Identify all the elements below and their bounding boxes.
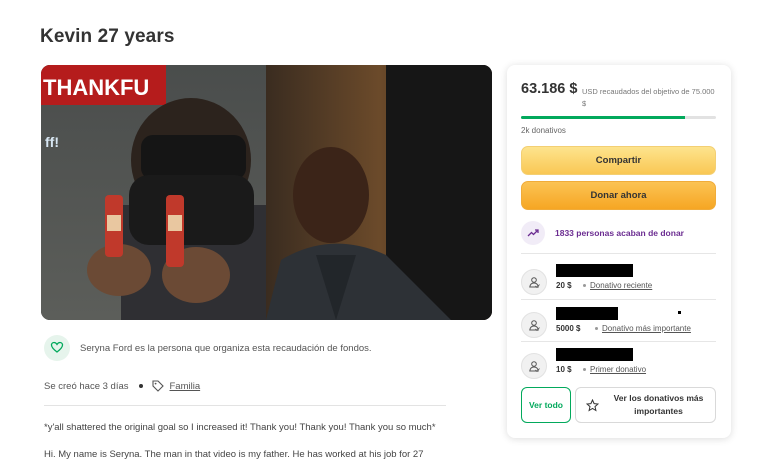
donor-amount: 10 $ bbox=[556, 365, 572, 374]
hero-side-text: ff! bbox=[45, 134, 59, 150]
star-icon bbox=[586, 398, 599, 412]
donor-amount: 5000 $ bbox=[556, 324, 581, 333]
hero-sign-text: THANKFU bbox=[43, 75, 149, 100]
campaign-story: *y'all shattered the original goal so I … bbox=[44, 420, 444, 474]
divider bbox=[521, 299, 716, 300]
see-top-donations-label: Ver los donativos más importantes bbox=[613, 393, 704, 416]
donor-item: 20 $ Donativo reciente bbox=[521, 264, 716, 304]
campaign-title: Kevin 27 years bbox=[40, 26, 175, 47]
redacted-donor-name bbox=[556, 307, 618, 320]
donor-label-link[interactable]: Primer donativo bbox=[590, 365, 646, 374]
trending-up-icon bbox=[521, 221, 545, 245]
meta-separator bbox=[138, 384, 143, 388]
progress-bar bbox=[521, 116, 716, 119]
redacted-donor-name bbox=[556, 264, 633, 277]
recent-donations-text: 1833 personas acaban de donar bbox=[555, 228, 684, 238]
donate-now-button[interactable]: Donar ahora bbox=[521, 181, 716, 210]
category-link[interactable]: Familia bbox=[170, 381, 201, 392]
redaction-mark bbox=[678, 311, 681, 314]
campaign-hero-image[interactable]: THANKFU ff! bbox=[41, 65, 492, 320]
see-top-donations-button[interactable]: Ver los donativos más importantes bbox=[575, 387, 716, 423]
separator-dot bbox=[583, 284, 586, 287]
donor-avatar-icon bbox=[521, 269, 547, 295]
see-all-button[interactable]: Ver todo bbox=[521, 387, 571, 423]
donor-avatar-icon bbox=[521, 312, 547, 338]
raised-amount: 63.186 $ bbox=[521, 81, 578, 97]
story-paragraph: Hi. My name is Seryna. The man in that v… bbox=[44, 449, 424, 460]
story-paragraph: *y'all shattered the original goal so I … bbox=[44, 422, 436, 433]
divider bbox=[521, 341, 716, 342]
separator-dot bbox=[595, 327, 598, 330]
progress-fill bbox=[521, 116, 686, 119]
created-date: Se creó hace 3 días bbox=[44, 380, 129, 392]
donation-count: 2k donativos bbox=[521, 126, 566, 135]
donor-avatar-icon bbox=[521, 353, 547, 379]
organizer-text: Seryna Ford es la persona que organiza e… bbox=[80, 342, 372, 354]
redacted-donor-name bbox=[556, 348, 633, 361]
donor-label-link[interactable]: Donativo reciente bbox=[590, 281, 652, 290]
tag-icon bbox=[151, 380, 164, 392]
donation-card: 63.186 $ USD recaudados del objetivo de … bbox=[507, 65, 731, 438]
divider bbox=[44, 405, 446, 406]
recent-donations-row: 1833 personas acaban de donar bbox=[521, 218, 716, 248]
campaign-meta: Se creó hace 3 días Familia bbox=[44, 380, 200, 392]
organizer-row: Seryna Ford es la persona que organiza e… bbox=[44, 333, 444, 363]
donor-amount: 20 $ bbox=[556, 281, 572, 290]
share-button[interactable]: Compartir bbox=[521, 146, 716, 175]
donor-label-link[interactable]: Donativo más importante bbox=[602, 324, 691, 333]
donor-item: 10 $ Primer donativo bbox=[521, 348, 716, 388]
divider bbox=[521, 253, 716, 254]
goal-text: USD recaudados del objetivo de 75.000 $ bbox=[582, 87, 715, 108]
heart-hand-icon bbox=[44, 335, 70, 361]
separator-dot bbox=[583, 368, 586, 371]
